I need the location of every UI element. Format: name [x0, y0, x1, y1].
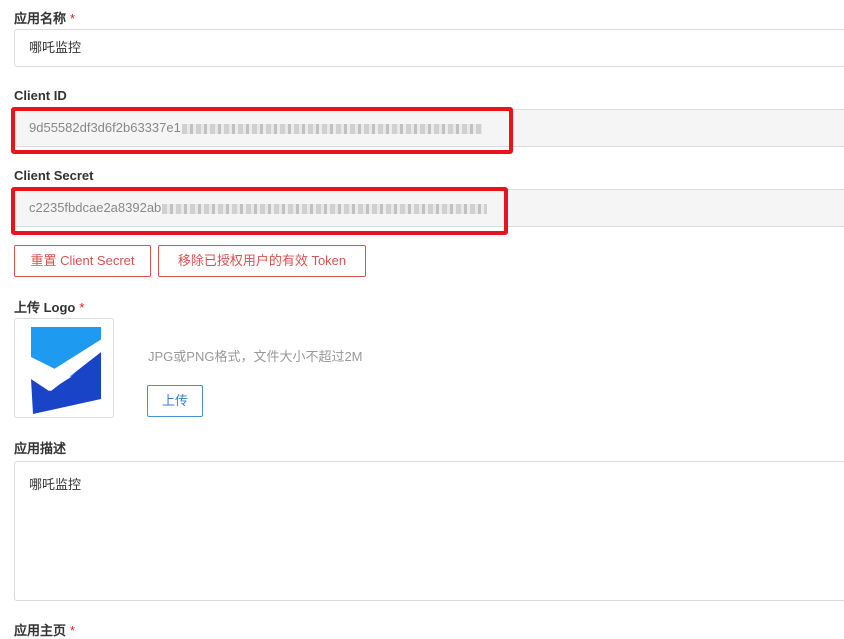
client-secret-label: Client Secret: [14, 168, 94, 183]
upload-button[interactable]: 上传: [147, 385, 203, 417]
description-value: 哪吒监控: [29, 477, 82, 492]
app-name-label: 应用名称 *: [14, 11, 76, 26]
logo-label: 上传 Logo *: [14, 300, 85, 315]
required-mark: *: [70, 11, 76, 26]
description-textarea[interactable]: 哪吒监控: [14, 461, 844, 601]
required-mark: *: [70, 623, 76, 638]
revoke-tokens-button[interactable]: 移除已授权用户的有效 Token: [158, 245, 366, 277]
client-id-highlight-box: [11, 107, 513, 154]
app-logo-image: [31, 327, 105, 414]
description-label: 应用描述: [14, 441, 67, 456]
reset-client-secret-button[interactable]: 重置 Client Secret: [14, 245, 151, 277]
app-name-value: 哪吒监控: [29, 40, 82, 55]
homepage-label: 应用主页 *: [14, 623, 76, 638]
client-secret-highlight-box: [11, 187, 508, 235]
app-name-input[interactable]: 哪吒监控: [14, 29, 844, 67]
client-id-label: Client ID: [14, 88, 67, 103]
upload-hint: JPG或PNG格式，文件大小不超过2M: [148, 349, 363, 364]
logo-preview: [14, 318, 114, 418]
required-mark: *: [79, 300, 85, 315]
